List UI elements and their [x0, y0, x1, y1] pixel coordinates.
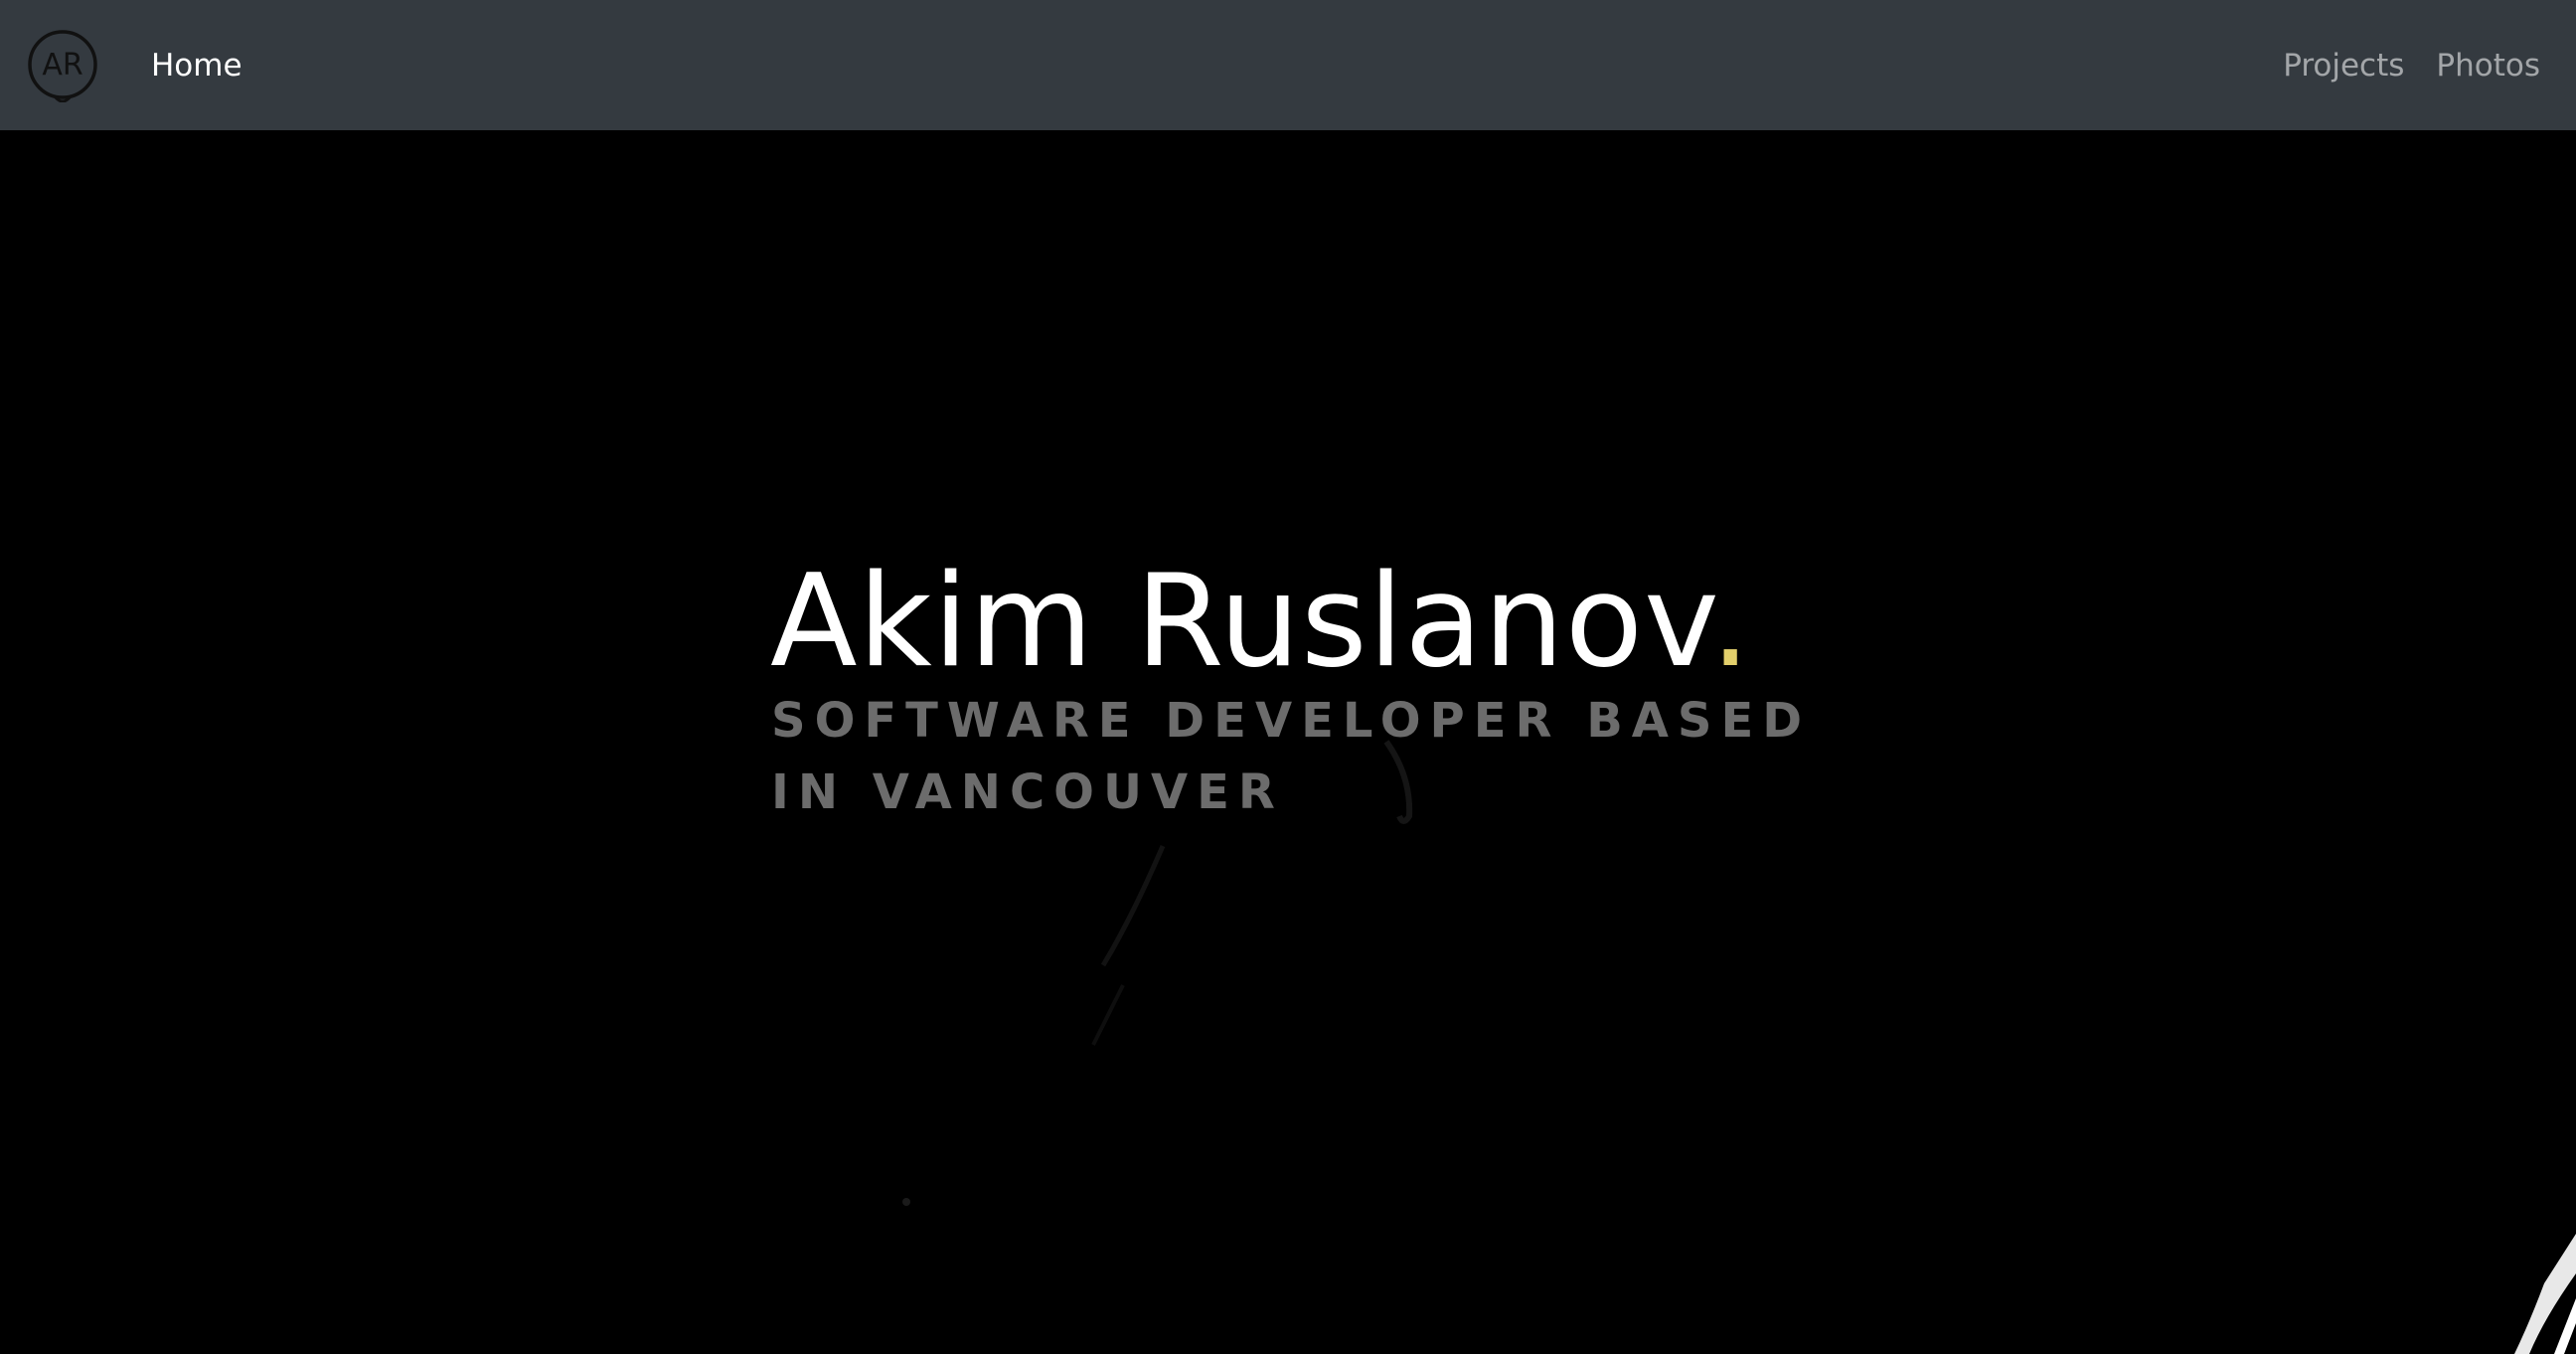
logo-link[interactable]: AR — [25, 27, 100, 102]
logo-text: AR — [42, 48, 82, 83]
navbar: AR Home Projects Photos — [0, 0, 2576, 130]
hero-title: Akim Ruslanov. — [770, 548, 1752, 697]
hero-subtitle: SOFTWARE DEVELOPER BASED IN VANCOUVER — [771, 693, 1812, 820]
nav-home-link[interactable]: Home — [151, 44, 242, 87]
hero-name-dot: . — [1709, 548, 1752, 696]
hero-name: Akim Ruslanov — [770, 548, 1710, 696]
hero-section: Akim Ruslanov. SOFTWARE DEVELOPER BASED … — [0, 130, 2576, 1354]
nav-photos-link[interactable]: Photos — [2436, 44, 2540, 87]
nav-projects-link[interactable]: Projects — [2283, 44, 2404, 87]
logo-icon: AR — [28, 30, 97, 102]
nav-links: Projects Photos — [2283, 44, 2540, 87]
